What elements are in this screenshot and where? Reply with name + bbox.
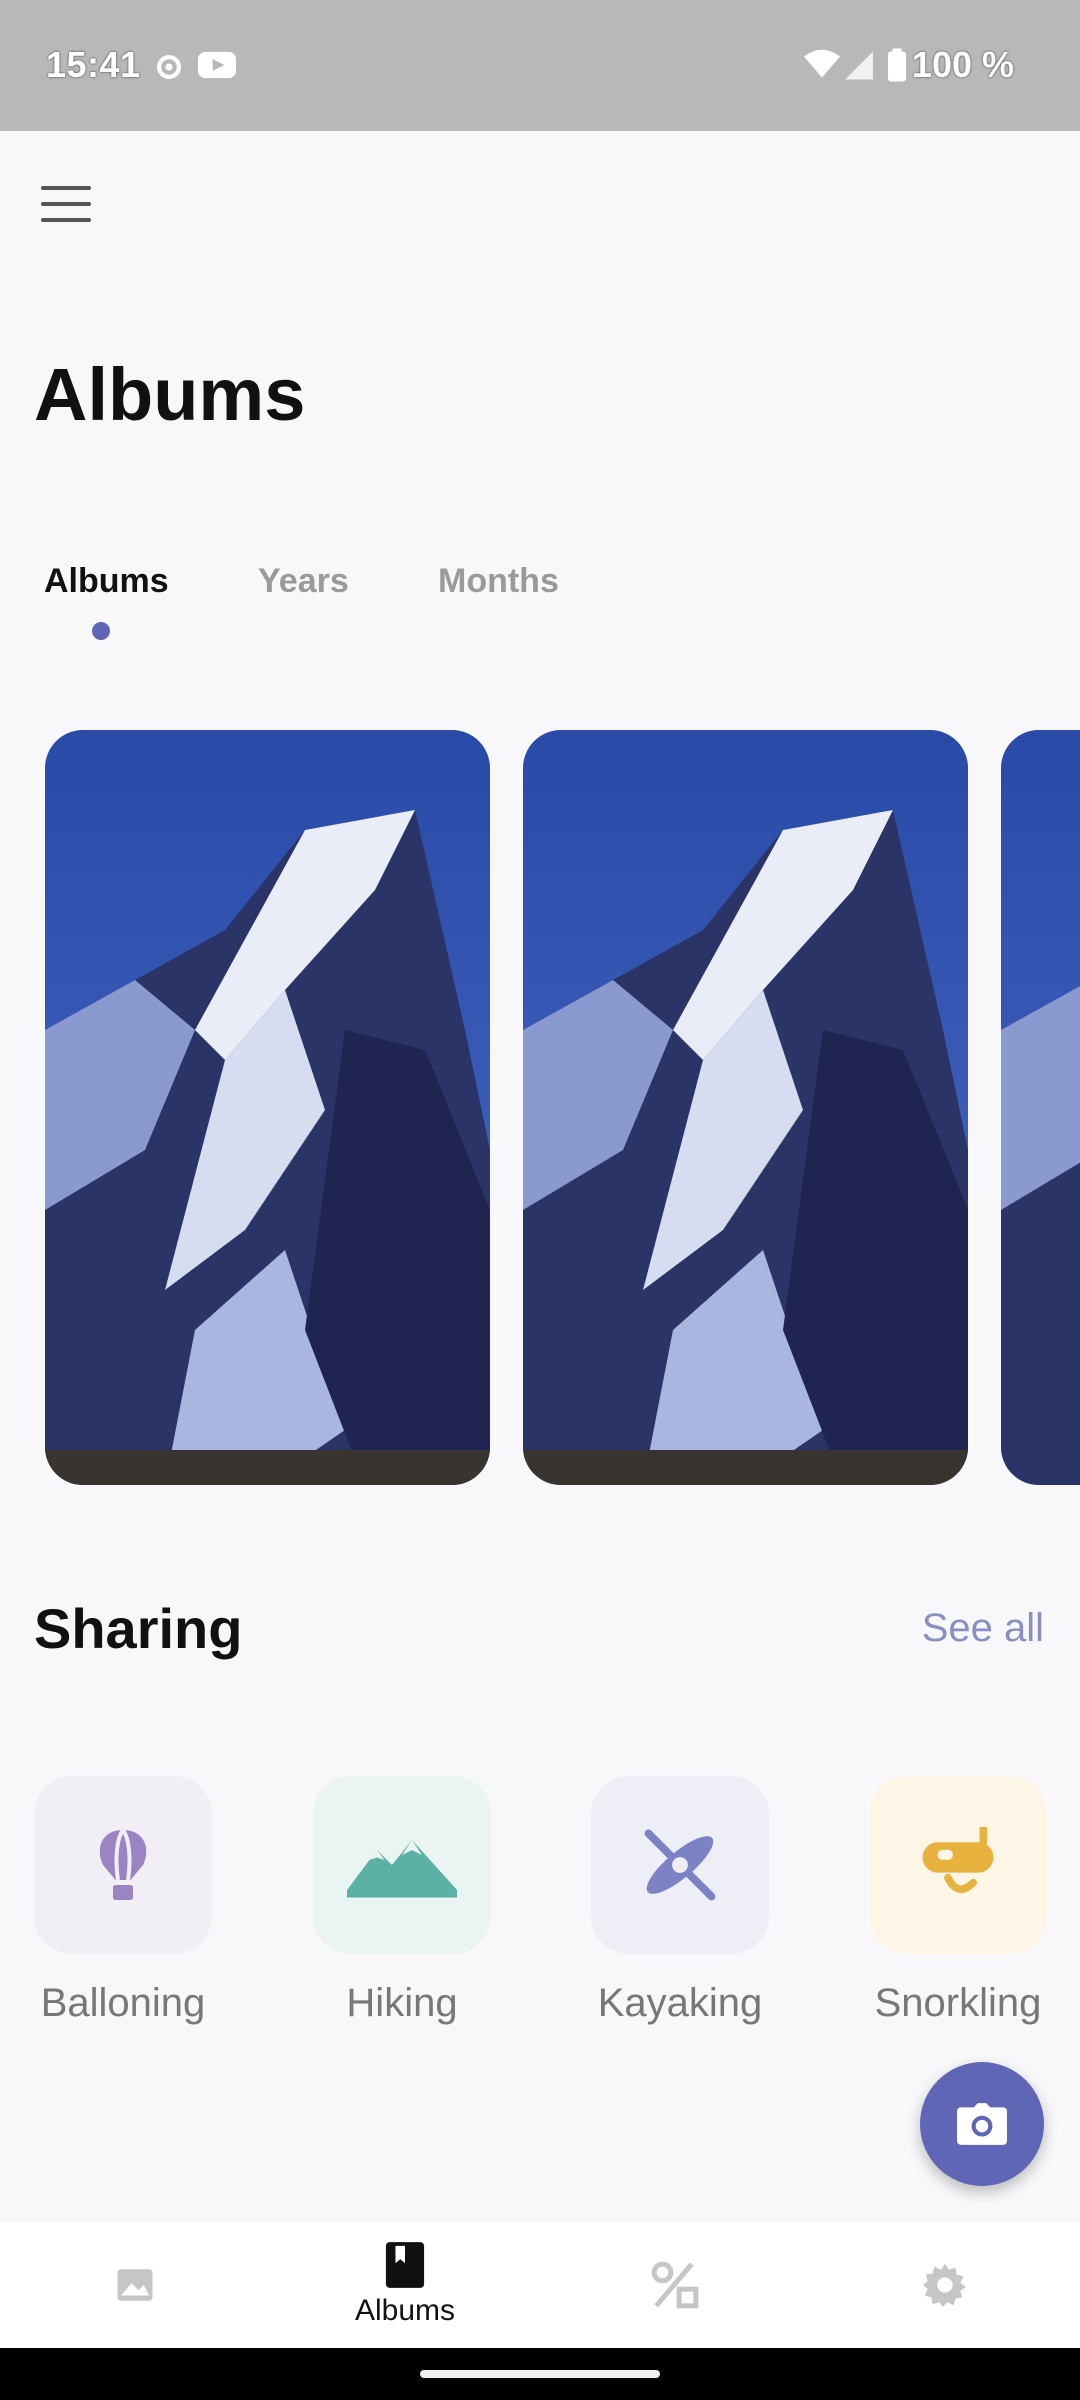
shapes-icon <box>651 2261 699 2309</box>
snorkel-mask-icon <box>869 1776 1047 1954</box>
gesture-handle[interactable] <box>420 2370 660 2378</box>
see-all-link[interactable]: See all <box>922 1606 1044 1651</box>
share-item-label: Snorkling <box>874 1981 1042 2025</box>
wifi-icon <box>804 48 840 85</box>
page-title: Albums <box>34 353 306 436</box>
youtube-icon <box>198 50 236 85</box>
signal-icon <box>842 48 876 85</box>
nav-albums-label: Albums <box>354 2294 456 2327</box>
camera-button[interactable] <box>920 2062 1044 2186</box>
mountains-icon <box>313 1776 491 1954</box>
battery-icon <box>888 48 906 87</box>
system-gesture-bar <box>0 2348 1080 2400</box>
battery-percentage: 100 % <box>911 44 1014 85</box>
album-card[interactable] <box>523 730 968 1485</box>
albums-book-icon <box>385 2242 425 2288</box>
share-item-label: Hiking <box>346 1981 458 2025</box>
tab-years[interactable]: Years <box>258 562 349 601</box>
nav-settings[interactable] <box>810 2222 1080 2348</box>
mountain-peak-photo <box>523 730 968 1485</box>
nav-albums[interactable]: Albums <box>270 2222 540 2348</box>
mountain-peak-photo <box>45 730 490 1485</box>
share-item-label: Balloning <box>40 1981 206 2025</box>
photo-icon <box>117 2269 153 2301</box>
share-item-kayaking[interactable]: Kayaking <box>591 1776 769 2025</box>
status-time: 15:41 <box>46 44 141 85</box>
active-tab-indicator <box>92 622 110 640</box>
camera-icon <box>957 2103 1007 2145</box>
tab-albums[interactable]: Albums <box>44 562 169 601</box>
settings-icon <box>152 50 186 89</box>
album-card[interactable] <box>1001 730 1080 1485</box>
status-bar: 15:41 100 % <box>0 0 1080 131</box>
nav-photos[interactable] <box>0 2222 270 2348</box>
share-item-balloning[interactable]: Balloning <box>34 1776 212 2025</box>
nav-shapes[interactable] <box>540 2222 810 2348</box>
gear-icon <box>922 2263 967 2308</box>
hot-air-balloon-icon <box>34 1776 212 1954</box>
tab-months[interactable]: Months <box>438 562 559 601</box>
hamburger-menu-icon[interactable] <box>36 186 96 236</box>
share-item-hiking[interactable]: Hiking <box>313 1776 491 2025</box>
sharing-section-title: Sharing <box>34 1597 243 1660</box>
album-carousel[interactable] <box>0 730 1080 1485</box>
album-card[interactable] <box>45 730 490 1485</box>
share-item-label: Kayaking <box>597 1981 763 2025</box>
kayak-icon <box>591 1776 769 1954</box>
share-item-snorkling[interactable]: Snorkling <box>869 1776 1047 2025</box>
mountain-peak-photo <box>1001 730 1080 1485</box>
bottom-navigation: Albums <box>0 2222 1080 2348</box>
